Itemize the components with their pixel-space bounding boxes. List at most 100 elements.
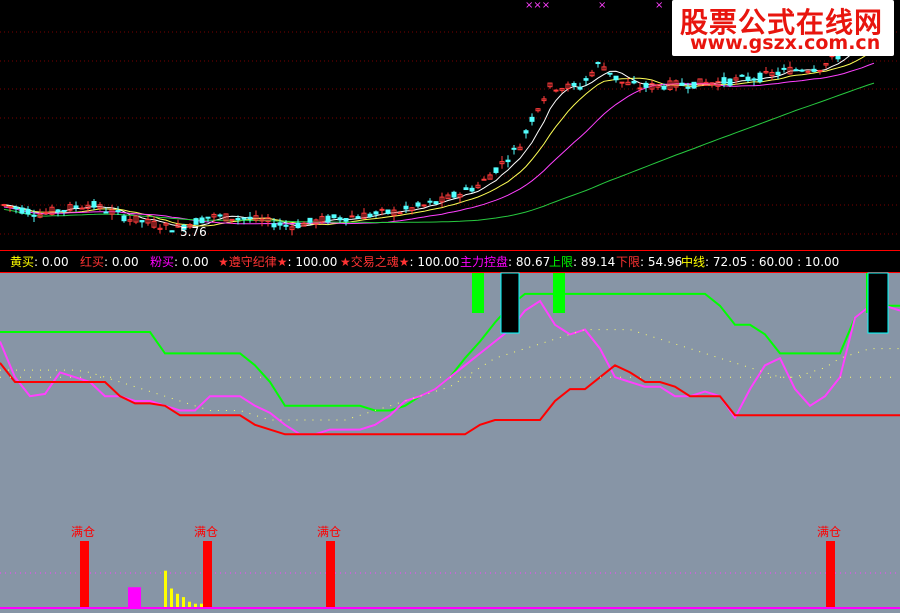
candle-body: [331, 214, 337, 219]
candle-body: [505, 159, 511, 163]
stat-label: 红买: [80, 255, 105, 269]
stat-item: 中线: 72.05 : 60.00 : 10.00: [681, 252, 839, 272]
stat-label: 粉买: [150, 255, 175, 269]
candle-body: [577, 86, 583, 90]
green-signal-block: [472, 273, 484, 313]
top-marker: ×××: [525, 0, 550, 11]
candle-body: [433, 201, 439, 205]
full-position-bar: [826, 541, 835, 607]
candle-body: [727, 78, 733, 86]
candle-body: [631, 80, 637, 84]
candle-body: [817, 69, 823, 72]
candle-body: [775, 71, 781, 76]
candle-body: [397, 212, 403, 215]
candle-body: [385, 209, 391, 214]
pink-buy-bar: [128, 587, 141, 607]
candle-body: [553, 89, 559, 92]
full-position-label: 满仓: [71, 525, 95, 539]
candle-body: [679, 82, 685, 86]
candle-body: [415, 202, 421, 207]
candle-body: [811, 68, 817, 72]
full-position-label: 满仓: [817, 525, 841, 539]
candle-body: [193, 218, 199, 225]
candle-body: [427, 200, 433, 203]
stat-value: : 80.67: [508, 255, 551, 269]
candle-body: [793, 69, 799, 72]
candle-body: [643, 82, 649, 88]
candle-body: [739, 74, 745, 77]
candle-body: [307, 217, 313, 223]
candle-body: [247, 216, 253, 220]
stat-item: 粉买: 0.00: [150, 252, 209, 272]
candle-body: [1, 204, 7, 207]
candle-body: [691, 81, 697, 89]
stat-value: : 54.96: [640, 255, 683, 269]
top-marker: ×: [655, 0, 663, 11]
candle-body: [115, 210, 121, 213]
candle-body: [283, 224, 289, 227]
candle-body: [493, 167, 499, 173]
candle-body: [469, 187, 475, 192]
stat-item: 下限: 54.96: [616, 252, 682, 272]
green-signal-block: [553, 273, 565, 313]
candle-body: [745, 76, 751, 81]
black-signal-block: [500, 272, 520, 334]
candle-body: [25, 208, 31, 215]
stat-value: : 0.00: [104, 255, 139, 269]
candle-body: [13, 206, 19, 210]
candle-body: [721, 77, 727, 84]
yellow-buy-bar: [194, 603, 197, 607]
stat-value: : 0.00: [174, 255, 209, 269]
stat-label: 下限: [616, 255, 641, 269]
candle-body: [169, 230, 175, 233]
stat-label: 中线: [681, 255, 706, 269]
stat-item: 黄买: 0.00: [10, 252, 69, 272]
candle-body: [295, 222, 301, 229]
stat-label: 上限: [549, 255, 574, 269]
stat-label: 黄买: [10, 255, 35, 269]
indicator-panel-bg: [0, 273, 900, 613]
stat-value: : 100.00: [409, 255, 460, 269]
candle-body: [757, 72, 763, 83]
candle-body: [529, 116, 535, 122]
full-position-label: 满仓: [317, 525, 341, 539]
watermark-url: www.gszx.com.cn: [690, 32, 881, 54]
candle-body: [511, 147, 517, 150]
candle-body: [31, 214, 37, 217]
candle-body: [379, 208, 385, 211]
candle-body: [61, 209, 67, 212]
candle-body: [55, 209, 61, 213]
candle-body: [481, 178, 487, 181]
candle-body: [607, 72, 613, 75]
candle-body: [205, 216, 211, 219]
candle-body: [343, 218, 349, 222]
top-marker: ×: [598, 0, 606, 11]
separator-line: [0, 250, 900, 251]
candle-body: [619, 81, 625, 84]
candle-body: [355, 216, 361, 219]
low-price-label: 5.76: [180, 225, 207, 239]
candle-body: [637, 87, 643, 90]
candle-body: [217, 214, 223, 217]
candle-body: [613, 75, 619, 81]
full-position-label: 满仓: [194, 525, 218, 539]
candle-body: [805, 70, 811, 73]
candle-body: [523, 130, 529, 134]
candle-body: [139, 220, 145, 223]
candle-body: [91, 201, 97, 208]
stat-label: 主力控盘: [460, 255, 509, 269]
full-position-bar: [326, 541, 335, 607]
stat-item: 主力控盘: 80.67: [460, 252, 550, 272]
candle-body: [277, 222, 283, 226]
stat-item: 红买: 0.00: [80, 252, 139, 272]
candle-body: [421, 204, 427, 207]
candle-body: [367, 213, 373, 217]
candle-body: [583, 78, 589, 81]
candle-body: [7, 205, 13, 208]
candle-body: [19, 207, 25, 214]
yellow-buy-bar: [182, 597, 185, 607]
chart-canvas: 5.76 ××× × × 满仓 满仓 满仓 满仓: [0, 0, 900, 613]
candle-body: [121, 215, 127, 222]
bottom-baseline: [0, 607, 900, 609]
yellow-buy-bar: [188, 601, 191, 607]
